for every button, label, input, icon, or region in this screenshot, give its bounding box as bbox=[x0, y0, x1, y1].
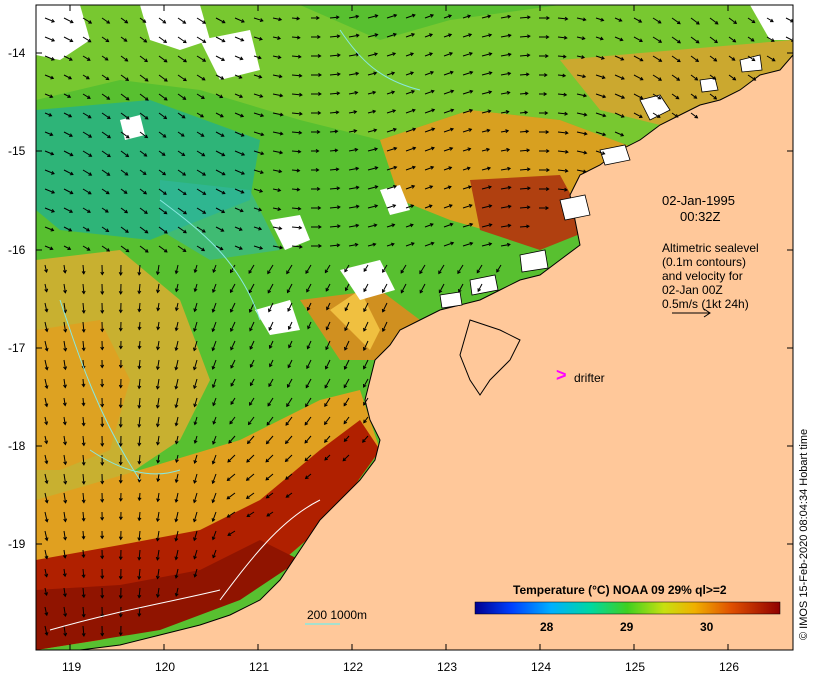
legend-line: 0.5m/s (1kt 24h) bbox=[662, 297, 749, 311]
lon-tick: 126 bbox=[719, 660, 740, 674]
lat-tick: -15 bbox=[8, 144, 26, 158]
colorbar-tick: 28 bbox=[540, 620, 554, 634]
lat-tick: -17 bbox=[8, 341, 26, 355]
lat-tick: -14 bbox=[8, 46, 26, 60]
credit-label: © IMOS 15-Feb-2020 08:04:34 Hobart time bbox=[798, 428, 810, 640]
colorbar bbox=[474, 601, 781, 615]
legend-line: Altimetric sealevel bbox=[662, 241, 759, 255]
sst-map bbox=[35, 4, 794, 651]
lon-tick: 122 bbox=[343, 660, 364, 674]
drifter-marker-icon: > bbox=[556, 365, 567, 385]
legend-line: 02-Jan 00Z bbox=[662, 283, 723, 297]
legend-line: and velocity for bbox=[662, 269, 743, 283]
drifter-label: drifter bbox=[574, 371, 605, 385]
colorbar-tick: 29 bbox=[620, 620, 634, 634]
lon-tick: 120 bbox=[155, 660, 176, 674]
legend-line: (0.1m contours) bbox=[662, 255, 747, 269]
lat-tick: -16 bbox=[8, 243, 26, 257]
lon-tick: 123 bbox=[437, 660, 458, 674]
lat-tick: -19 bbox=[8, 537, 26, 551]
time-label-date: 02-Jan-1995 bbox=[662, 193, 735, 208]
lat-tick: -18 bbox=[8, 439, 26, 453]
colorbar-tick: 30 bbox=[700, 620, 714, 634]
lon-tick: 125 bbox=[625, 660, 646, 674]
depth-legend-label: 200 1000m bbox=[307, 608, 368, 622]
lon-tick: 119 bbox=[62, 660, 82, 674]
lon-tick: 124 bbox=[531, 660, 552, 674]
lon-tick: 121 bbox=[249, 660, 270, 674]
time-label-time: 00:32Z bbox=[680, 209, 721, 224]
colorbar-title: Temperature (°C) NOAA 09 29% ql>=2 bbox=[513, 583, 727, 597]
